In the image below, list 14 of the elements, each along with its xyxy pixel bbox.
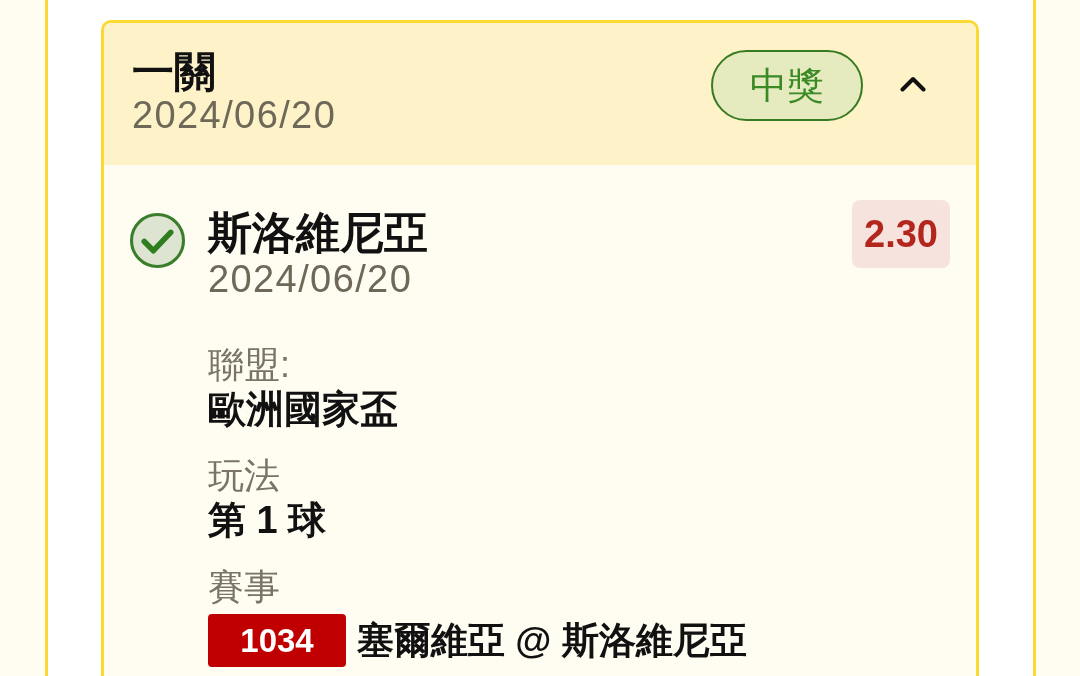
selection-name: 斯洛維尼亞 (208, 209, 428, 257)
selection-date: 2024/06/20 (208, 260, 413, 298)
odds-badge: 2.30 (852, 200, 950, 268)
match-number-badge: 1034 (208, 614, 346, 667)
match-teams: 塞爾維亞 @ 斯洛維尼亞 (357, 618, 747, 663)
detail-label: 玩法 (208, 455, 280, 497)
detail-value: 歐洲國家盃 (208, 388, 398, 430)
status-badge: 中獎 (711, 50, 863, 121)
detail-label: 聯盟: (208, 344, 290, 386)
detail-value: 第 1 球 (208, 499, 327, 541)
chevron-up-icon[interactable] (900, 76, 926, 92)
bet-date: 2024/06/20 (132, 96, 337, 134)
bet-title: 一關 (132, 48, 216, 96)
detail-label: 賽事 (208, 566, 280, 608)
